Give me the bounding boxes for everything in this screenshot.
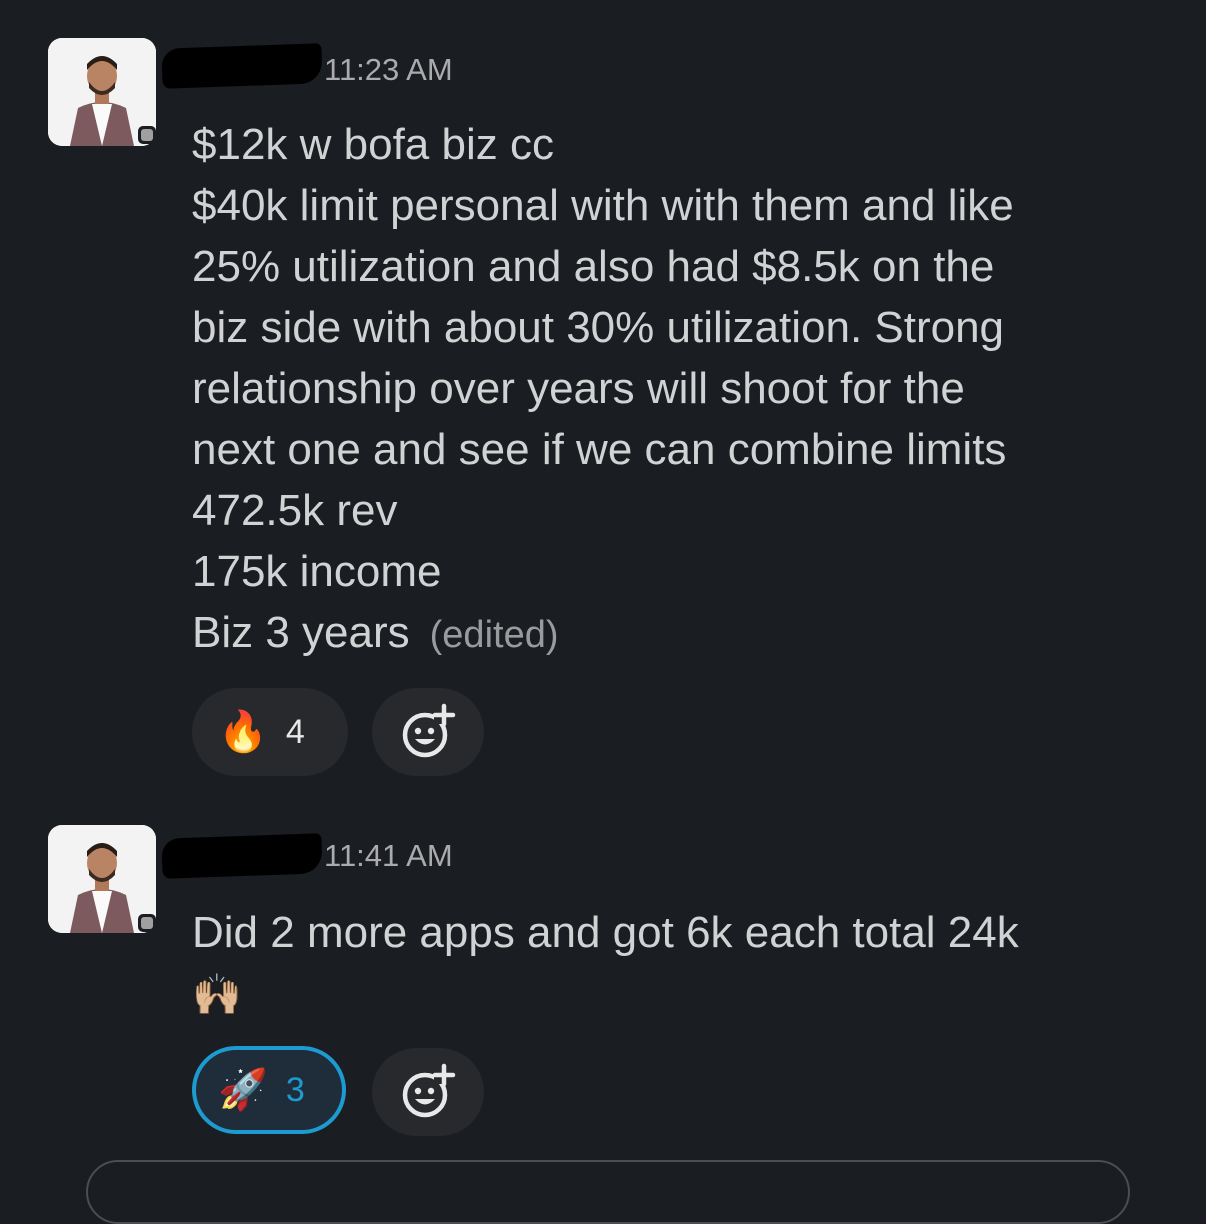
message-body: Did 2 more apps and got 6k each total 24…: [192, 902, 1182, 1026]
message-1: 11:23 AM $12k w bofa biz cc $40k limit p…: [0, 0, 1206, 800]
message-body: $12k w bofa biz cc $40k limit personal w…: [192, 114, 1182, 666]
message-line: Did 2 more apps and got 6k each total 24…: [192, 908, 1019, 957]
raised-hands-emoji: 🙌🏼: [192, 973, 242, 1017]
message-line-last: Biz 3 years (edited): [192, 602, 1182, 666]
message-line-text: Biz 3 years: [192, 608, 410, 657]
message-line: 25% utilization and also had $8.5k on th…: [192, 242, 995, 291]
redacted-username: [161, 43, 323, 89]
message-line: biz side with about 30% utilization. Str…: [192, 303, 1005, 352]
message-2: 11:41 AM Did 2 more apps and got 6k each…: [0, 800, 1206, 1160]
message-line: 175k income: [192, 547, 442, 596]
presence-indicator: [138, 126, 156, 144]
reaction-fire[interactable]: 🔥 4: [192, 688, 348, 776]
add-emoji-icon: [402, 1063, 456, 1118]
rocket-icon: 🚀: [218, 1068, 268, 1112]
add-reaction-button[interactable]: [372, 1048, 484, 1136]
reaction-count: 4: [285, 712, 305, 751]
redacted-username: [161, 833, 323, 879]
message-timestamp[interactable]: 11:41 AM: [324, 838, 453, 874]
fire-icon: 🔥: [218, 710, 268, 754]
message-line: $40k limit personal with with them and l…: [192, 181, 1014, 230]
reaction-count: 3: [285, 1070, 305, 1109]
message-line: $12k w bofa biz cc: [192, 120, 554, 169]
reaction-rocket[interactable]: 🚀 3: [192, 1046, 346, 1134]
add-reaction-button[interactable]: [372, 688, 484, 776]
message-line: 472.5k rev: [192, 486, 398, 535]
message-timestamp[interactable]: 11:23 AM: [324, 52, 453, 88]
edited-label: (edited): [429, 614, 559, 656]
message-composer[interactable]: [86, 1160, 1130, 1224]
add-emoji-icon: [402, 703, 456, 758]
message-line: relationship over years will shoot for t…: [192, 364, 965, 413]
presence-indicator: [138, 914, 156, 932]
message-line: next one and see if we can combine limit…: [192, 425, 1007, 474]
